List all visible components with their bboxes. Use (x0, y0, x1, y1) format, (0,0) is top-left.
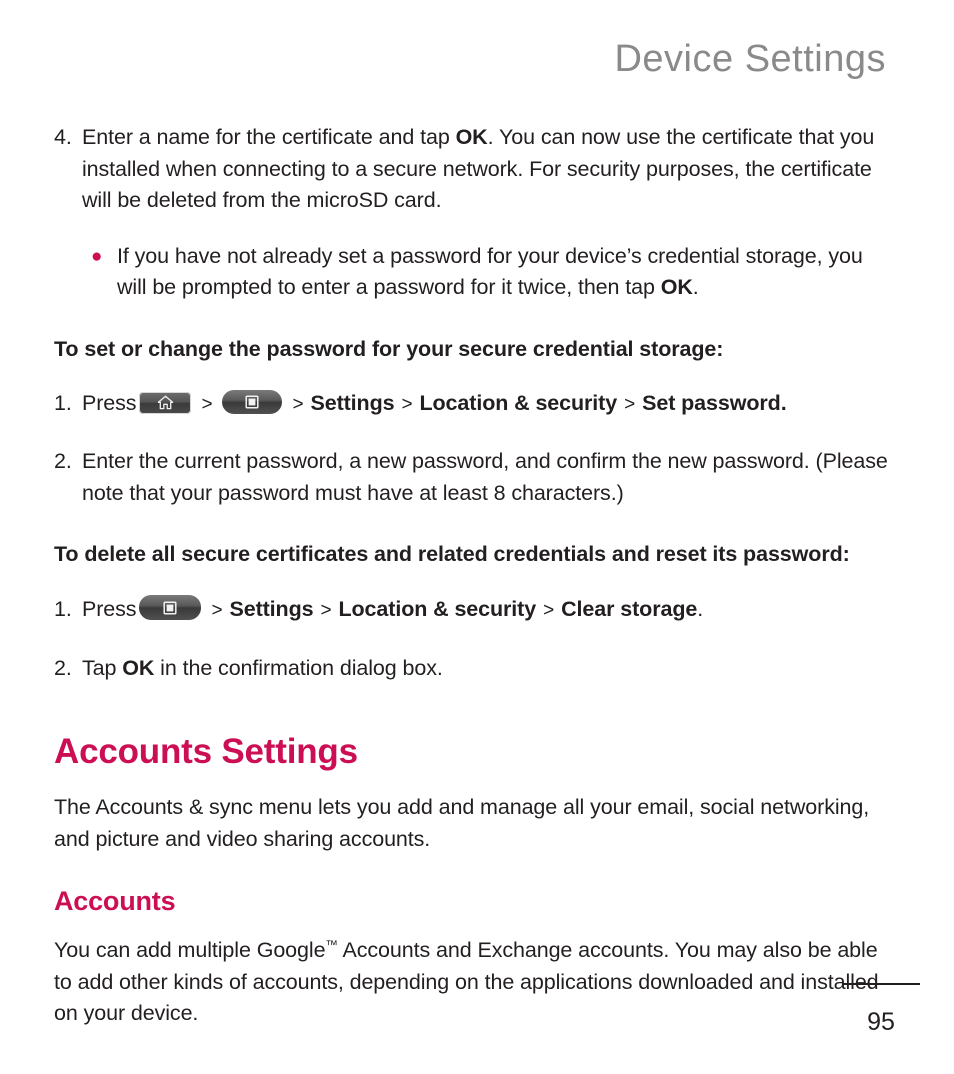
breadcrumb-separator: > (401, 393, 413, 415)
list-item-tap-ok: 2. Tap OK in the confirmation dialog box… (54, 653, 890, 685)
trademark-symbol: ™ (325, 937, 338, 952)
section-heading-accounts-settings: Accounts Settings (54, 732, 358, 771)
breadcrumb-settings: Settings (229, 597, 314, 621)
instruction-press-set-password: 1. Press > > Settings > Location & secur… (54, 386, 890, 421)
breadcrumb-separator: > (320, 600, 332, 621)
paragraph-accounts-settings: The Accounts & sync menu lets you add an… (54, 795, 870, 851)
breadcrumb-separator: > (624, 393, 636, 415)
menu-key-icon (139, 595, 202, 620)
home-key-icon (139, 391, 192, 414)
list-number: 1. (54, 597, 72, 621)
manual-page: Device Settings 4. Enter a name for the … (0, 0, 954, 1074)
breadcrumb-separator: > (543, 600, 555, 621)
breadcrumb-clear-storage: Clear storage (561, 597, 698, 621)
breadcrumb-separator: > (201, 393, 213, 415)
paragraph-accounts: You can add multiple Google™ Accounts an… (54, 935, 890, 1030)
menu-glyph (222, 390, 282, 414)
step4-bold-ok: OK (455, 125, 488, 149)
home-glyph (139, 392, 191, 414)
tapok-bold-ok: OK (122, 655, 155, 680)
breadcrumb-separator: > (211, 600, 223, 621)
heading-delete-certificates: To delete all secure certificates and re… (54, 542, 850, 566)
page-number: 95 (867, 1008, 895, 1036)
list-text: Tap OK in the confirmation dialog box. (82, 653, 890, 685)
footer-rule (842, 983, 920, 985)
list-text: Enter a name for the certificate and tap… (82, 122, 890, 217)
running-header-title: Device Settings (614, 38, 886, 80)
list-number: 1. (54, 390, 72, 415)
sentence-period: . (780, 390, 787, 415)
bullet-dot-icon: ● (91, 245, 103, 267)
list-number: 2. (54, 655, 72, 680)
list-number: 4. (54, 125, 72, 149)
bullet1-text-1: If you have not already set a password f… (117, 243, 863, 300)
sentence-period: . (697, 597, 704, 621)
subsection-heading-accounts: Accounts (54, 886, 176, 916)
list-item-enter-password: 2. Enter the current password, a new pas… (54, 446, 890, 509)
menu-glyph (139, 595, 201, 620)
bullet1-text-2: . (692, 275, 699, 299)
heading-set-change-password: To set or change the password for your s… (54, 336, 724, 361)
breadcrumb-set-password: Set password (642, 390, 781, 415)
breadcrumb-settings: Settings (310, 390, 395, 415)
accounts-text-1: You can add multiple Google (54, 938, 326, 962)
press-label: Press (82, 597, 137, 621)
list-number: 2. (54, 449, 72, 473)
breadcrumb-location-security: Location & security (419, 390, 618, 415)
page-content: 4. Enter a name for the certificate and … (54, 122, 890, 1030)
tapok-text-1: Tap (82, 655, 123, 680)
press-label: Press (82, 390, 137, 415)
breadcrumb-location-security: Location & security (338, 597, 537, 621)
bullet1-bold-ok: OK (660, 275, 693, 299)
breadcrumb-separator: > (292, 393, 304, 415)
list-item-step-4: 4. Enter a name for the certificate and … (54, 122, 890, 217)
bullet-text: If you have not already set a password f… (117, 241, 890, 304)
list-text: Enter the current password, a new passwo… (82, 449, 888, 505)
list-item-bullet-1: ● If you have not already set a password… (91, 241, 890, 304)
menu-key-icon (222, 389, 283, 414)
step4-text-1: Enter a name for the certificate and tap (82, 125, 456, 149)
tapok-text-2: in the confirmation dialog box. (154, 655, 443, 680)
instruction-press-clear-storage: 1. Press > Settings > Location & securit… (54, 591, 890, 627)
